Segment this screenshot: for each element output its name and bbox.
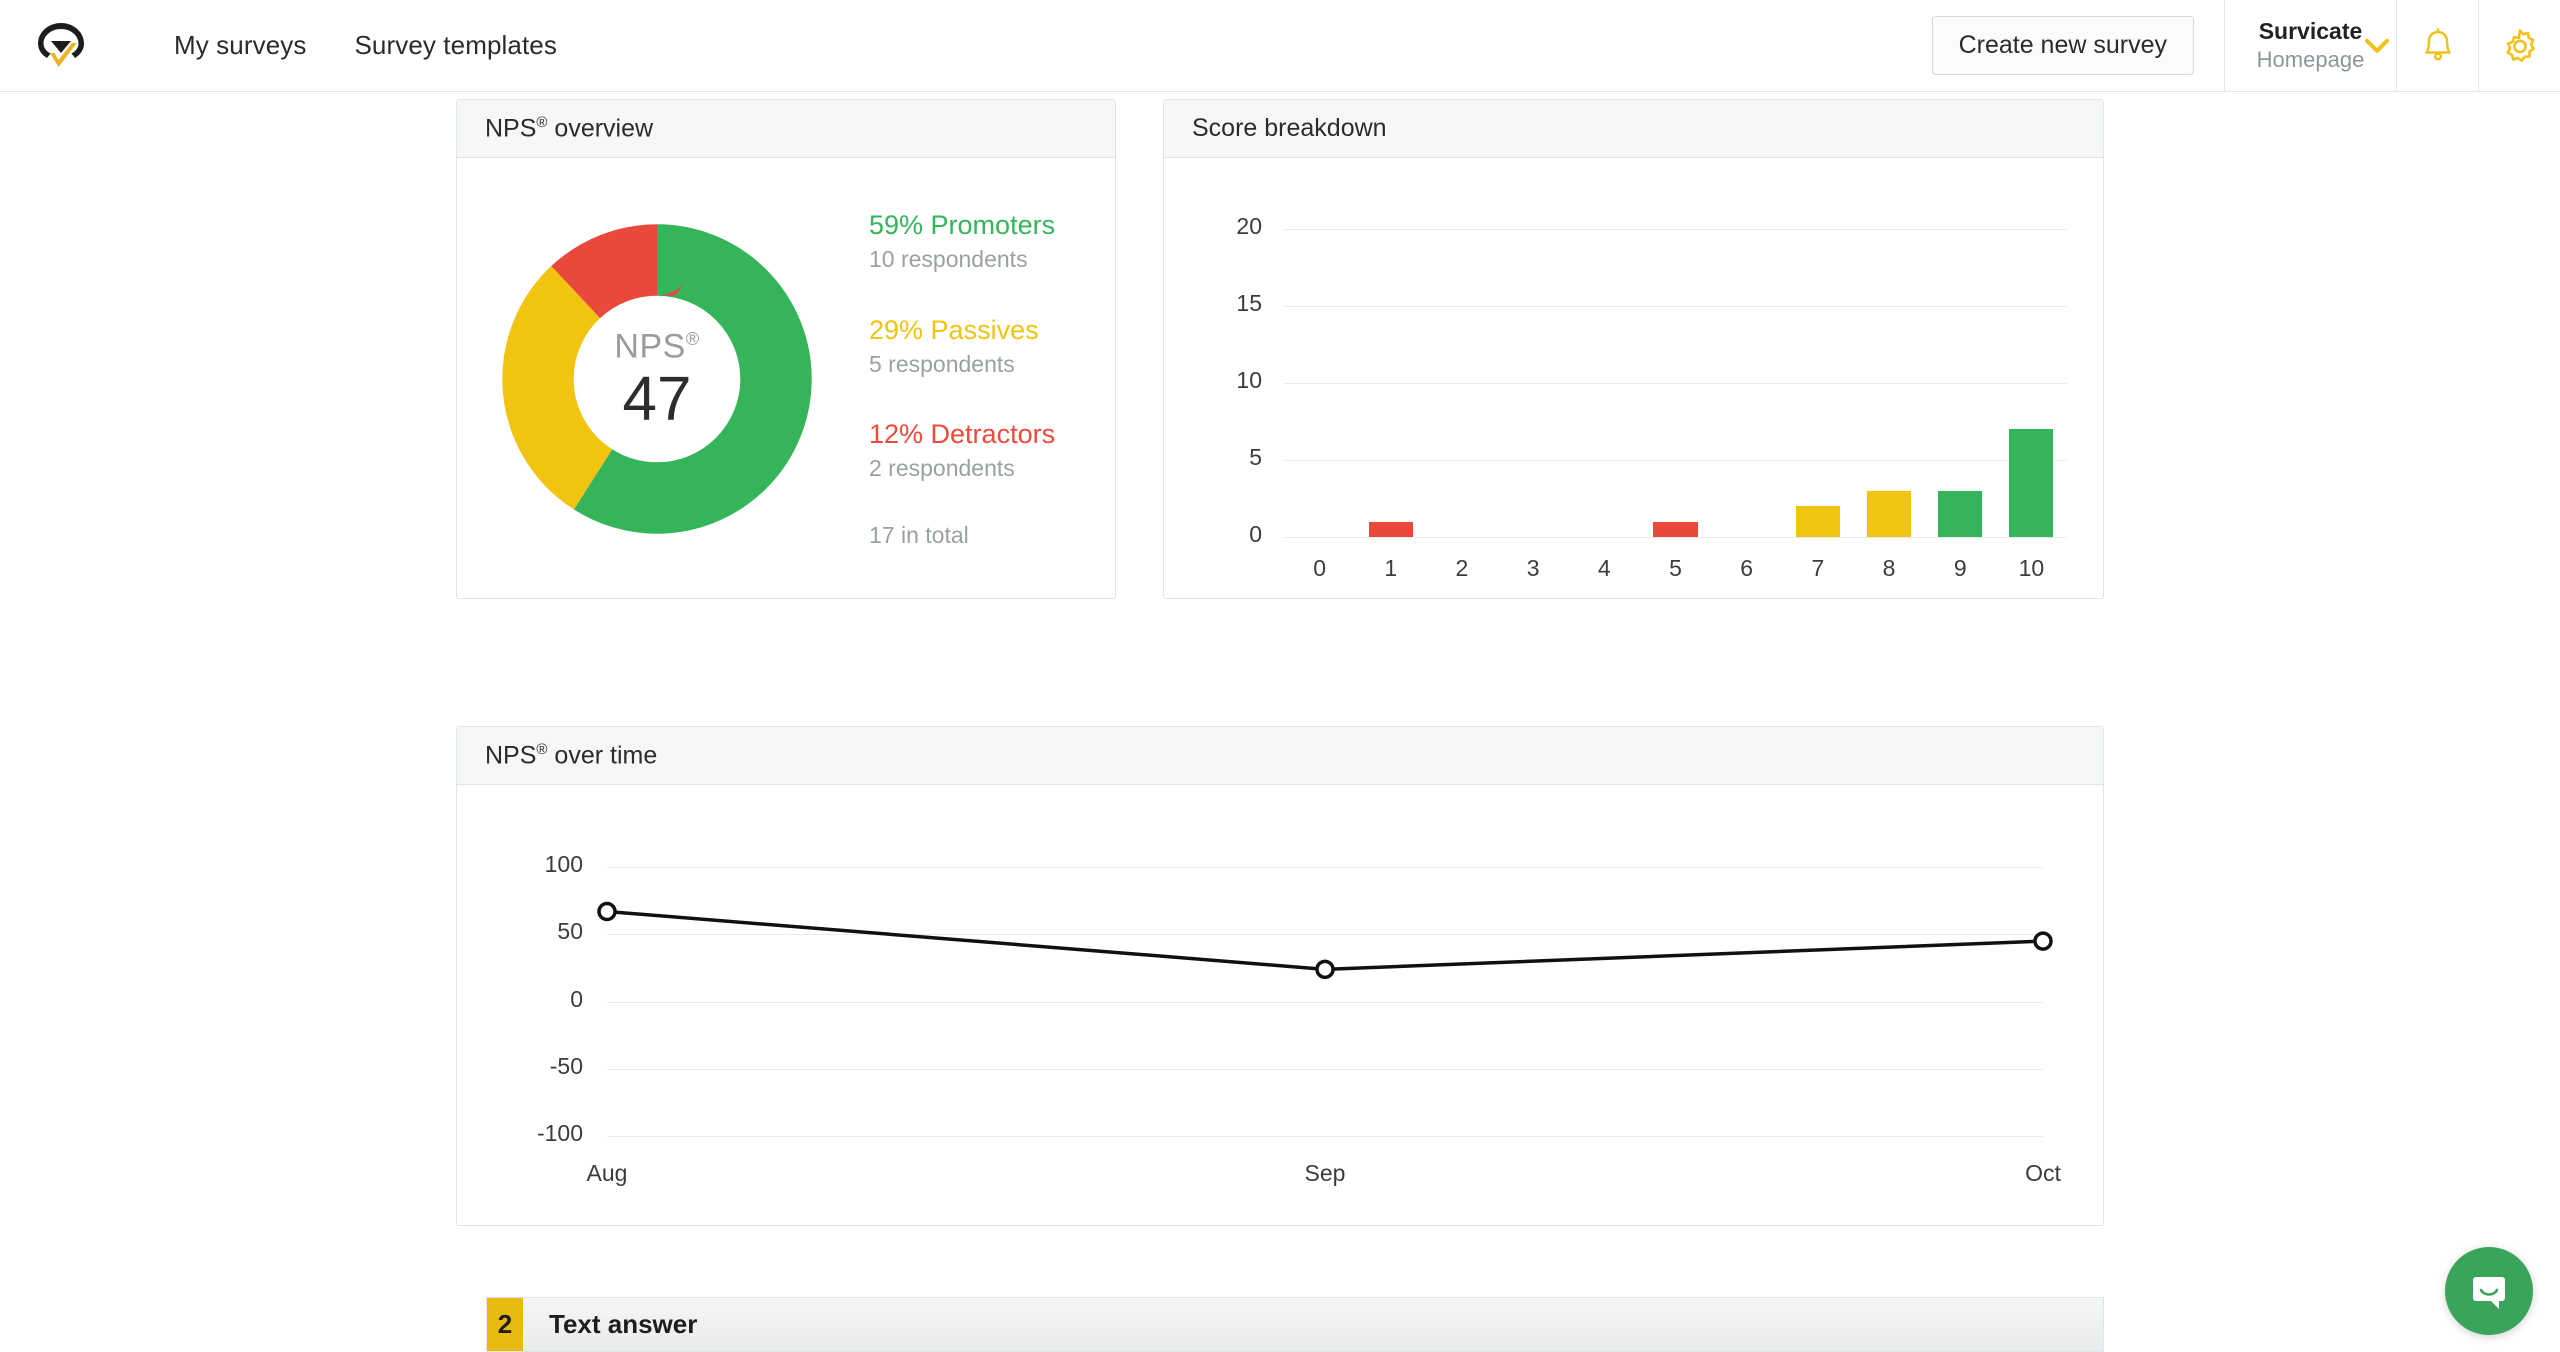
notifications-button[interactable] <box>2396 0 2478 91</box>
create-new-survey-button[interactable]: Create new survey <box>1931 16 2194 75</box>
header-spacer <box>557 0 1932 91</box>
bar[interactable] <box>1795 506 1840 537</box>
nps-over-time-card: NPS® over time -100 -50 0 50 100 Aug Sep Oct <box>456 726 2104 1226</box>
top-navigation-bar: My surveys Survey templates Create new s… <box>0 0 2560 92</box>
y-axis-tick-label: 0 <box>1249 521 1262 547</box>
bar[interactable] <box>1653 521 1698 537</box>
question-row-text-answer[interactable]: 2 Text answer <box>486 1297 2104 1352</box>
data-point-marker[interactable] <box>597 901 617 922</box>
nps-over-time-title: NPS® over time <box>485 741 657 770</box>
legend-item-promoters: 59% Promoters 10 respondents <box>869 208 1055 276</box>
create-survey-area: Create new survey <box>1931 0 2224 91</box>
legend-passives-label: 29% Passives <box>869 314 1039 345</box>
legend-detractors-count: 2 respondents <box>869 455 1015 482</box>
nps-donut-chart: NPS® 47 <box>457 158 857 599</box>
x-axis-tick-label: Oct <box>2025 1160 2061 1186</box>
score-breakdown-card: Score breakdown 0 5 10 15 20 0 1 2 3 4 5 6 7 8 9 10 <box>1163 99 2104 599</box>
y-axis-tick-label: 15 <box>1236 289 1262 316</box>
nps-over-time-chart: -100 -50 0 50 100 Aug Sep Oct <box>457 785 2103 1226</box>
gridline <box>1284 537 2067 538</box>
bar[interactable] <box>1368 521 1413 537</box>
nps-legend: 59% Promoters 10 respondents 29% Passive… <box>857 208 1055 548</box>
nps-over-time-title-text: NPS <box>485 741 537 770</box>
nav-item-my-surveys[interactable]: My surveys <box>174 30 306 61</box>
x-axis-tick-label: 5 <box>1669 555 1682 581</box>
x-axis-tick-label: 7 <box>1811 555 1825 581</box>
x-axis-tick-label: 2 <box>1455 555 1469 581</box>
x-axis-tick-label: 10 <box>2018 555 2045 581</box>
question-label: Text answer <box>549 1309 698 1339</box>
legend-detractors-label: 12% Detractors <box>869 419 1056 450</box>
x-axis-tick-label: Aug <box>586 1160 628 1186</box>
nps-over-time-title-suffix: over time <box>547 741 658 770</box>
legend-promoters-label: 59% Promoters <box>869 210 1056 241</box>
registered-mark: ® <box>536 113 548 131</box>
x-axis-tick-label: 3 <box>1526 555 1540 581</box>
x-axis-tick-label: Sep <box>1304 1160 1346 1186</box>
legend-item-passives: 29% Passives 5 respondents <box>869 313 1055 381</box>
account-name: Survicate <box>2258 18 2363 45</box>
y-axis-tick-label: 20 <box>1236 212 1262 239</box>
score-breakdown-title: Score breakdown <box>1192 114 1387 142</box>
account-workspace: Homepage <box>2256 47 2365 73</box>
bell-icon <box>2424 27 2451 61</box>
nps-overview-card: NPS® overview NPS® 47 59% Promoters 10 r… <box>456 99 1116 599</box>
score-breakdown-chart: 0 5 10 15 20 0 1 2 3 4 5 6 7 8 9 10 <box>1164 158 2103 599</box>
y-axis-tick-label: 10 <box>1236 366 1262 393</box>
bar[interactable] <box>1938 490 1983 537</box>
x-axis-tick-label: 1 <box>1384 555 1398 581</box>
x-axis-tick-label: 4 <box>1597 555 1611 581</box>
donut-svg <box>502 223 812 534</box>
x-axis-tick-label: 6 <box>1740 555 1754 581</box>
intercom-launcher-button[interactable] <box>2445 1247 2533 1335</box>
bar[interactable] <box>1866 490 1912 537</box>
gridline <box>1284 459 2067 461</box>
gridline <box>1284 228 2067 230</box>
main-nav: My surveys Survey templates <box>122 0 557 91</box>
x-axis-tick-label: 9 <box>1953 555 1967 581</box>
nps-overview-card-header: NPS® overview <box>457 100 1115 158</box>
registered-mark-time: ® <box>536 740 548 758</box>
nps-over-time-card-header: NPS® over time <box>457 727 2103 785</box>
bar[interactable] <box>2009 429 2054 537</box>
question-number-badge: 2 <box>487 1298 523 1351</box>
nps-overview-body: NPS® 47 59% Promoters 10 respondents 29%… <box>457 158 1115 599</box>
gridline <box>1284 382 2067 384</box>
nps-title-suffix: overview <box>547 114 654 143</box>
legend-promoters-count: 10 respondents <box>869 246 1028 273</box>
app-logo[interactable] <box>0 0 122 91</box>
chevron-down-icon <box>2364 36 2390 59</box>
legend-passives-count: 5 respondents <box>869 350 1015 377</box>
nav-item-survey-templates[interactable]: Survey templates <box>354 30 556 61</box>
settings-button[interactable] <box>2478 0 2560 91</box>
legend-total-respondents: 17 in total <box>869 521 969 548</box>
nps-overview-title: NPS® overview <box>485 114 653 143</box>
survicate-logo-icon <box>38 22 84 67</box>
chat-bubble-icon <box>2473 1277 2505 1309</box>
x-axis-tick-label: 8 <box>1882 555 1896 581</box>
nps-title-text: NPS <box>485 114 537 143</box>
gear-icon <box>2505 28 2535 62</box>
x-axis-tick-label: 0 <box>1313 555 1326 581</box>
y-axis-tick-label: 5 <box>1249 443 1262 470</box>
legend-item-detractors: 12% Detractors 2 respondents <box>869 417 1055 485</box>
results-page: NPS® overview NPS® 47 59% Promoters 10 r… <box>0 92 2560 1352</box>
score-breakdown-card-header: Score breakdown <box>1164 100 2103 158</box>
data-point-marker[interactable] <box>1315 959 1335 980</box>
account-switcher[interactable]: Survicate Homepage <box>2224 0 2396 91</box>
gridline <box>1284 305 2067 307</box>
data-point-marker[interactable] <box>2033 931 2053 951</box>
